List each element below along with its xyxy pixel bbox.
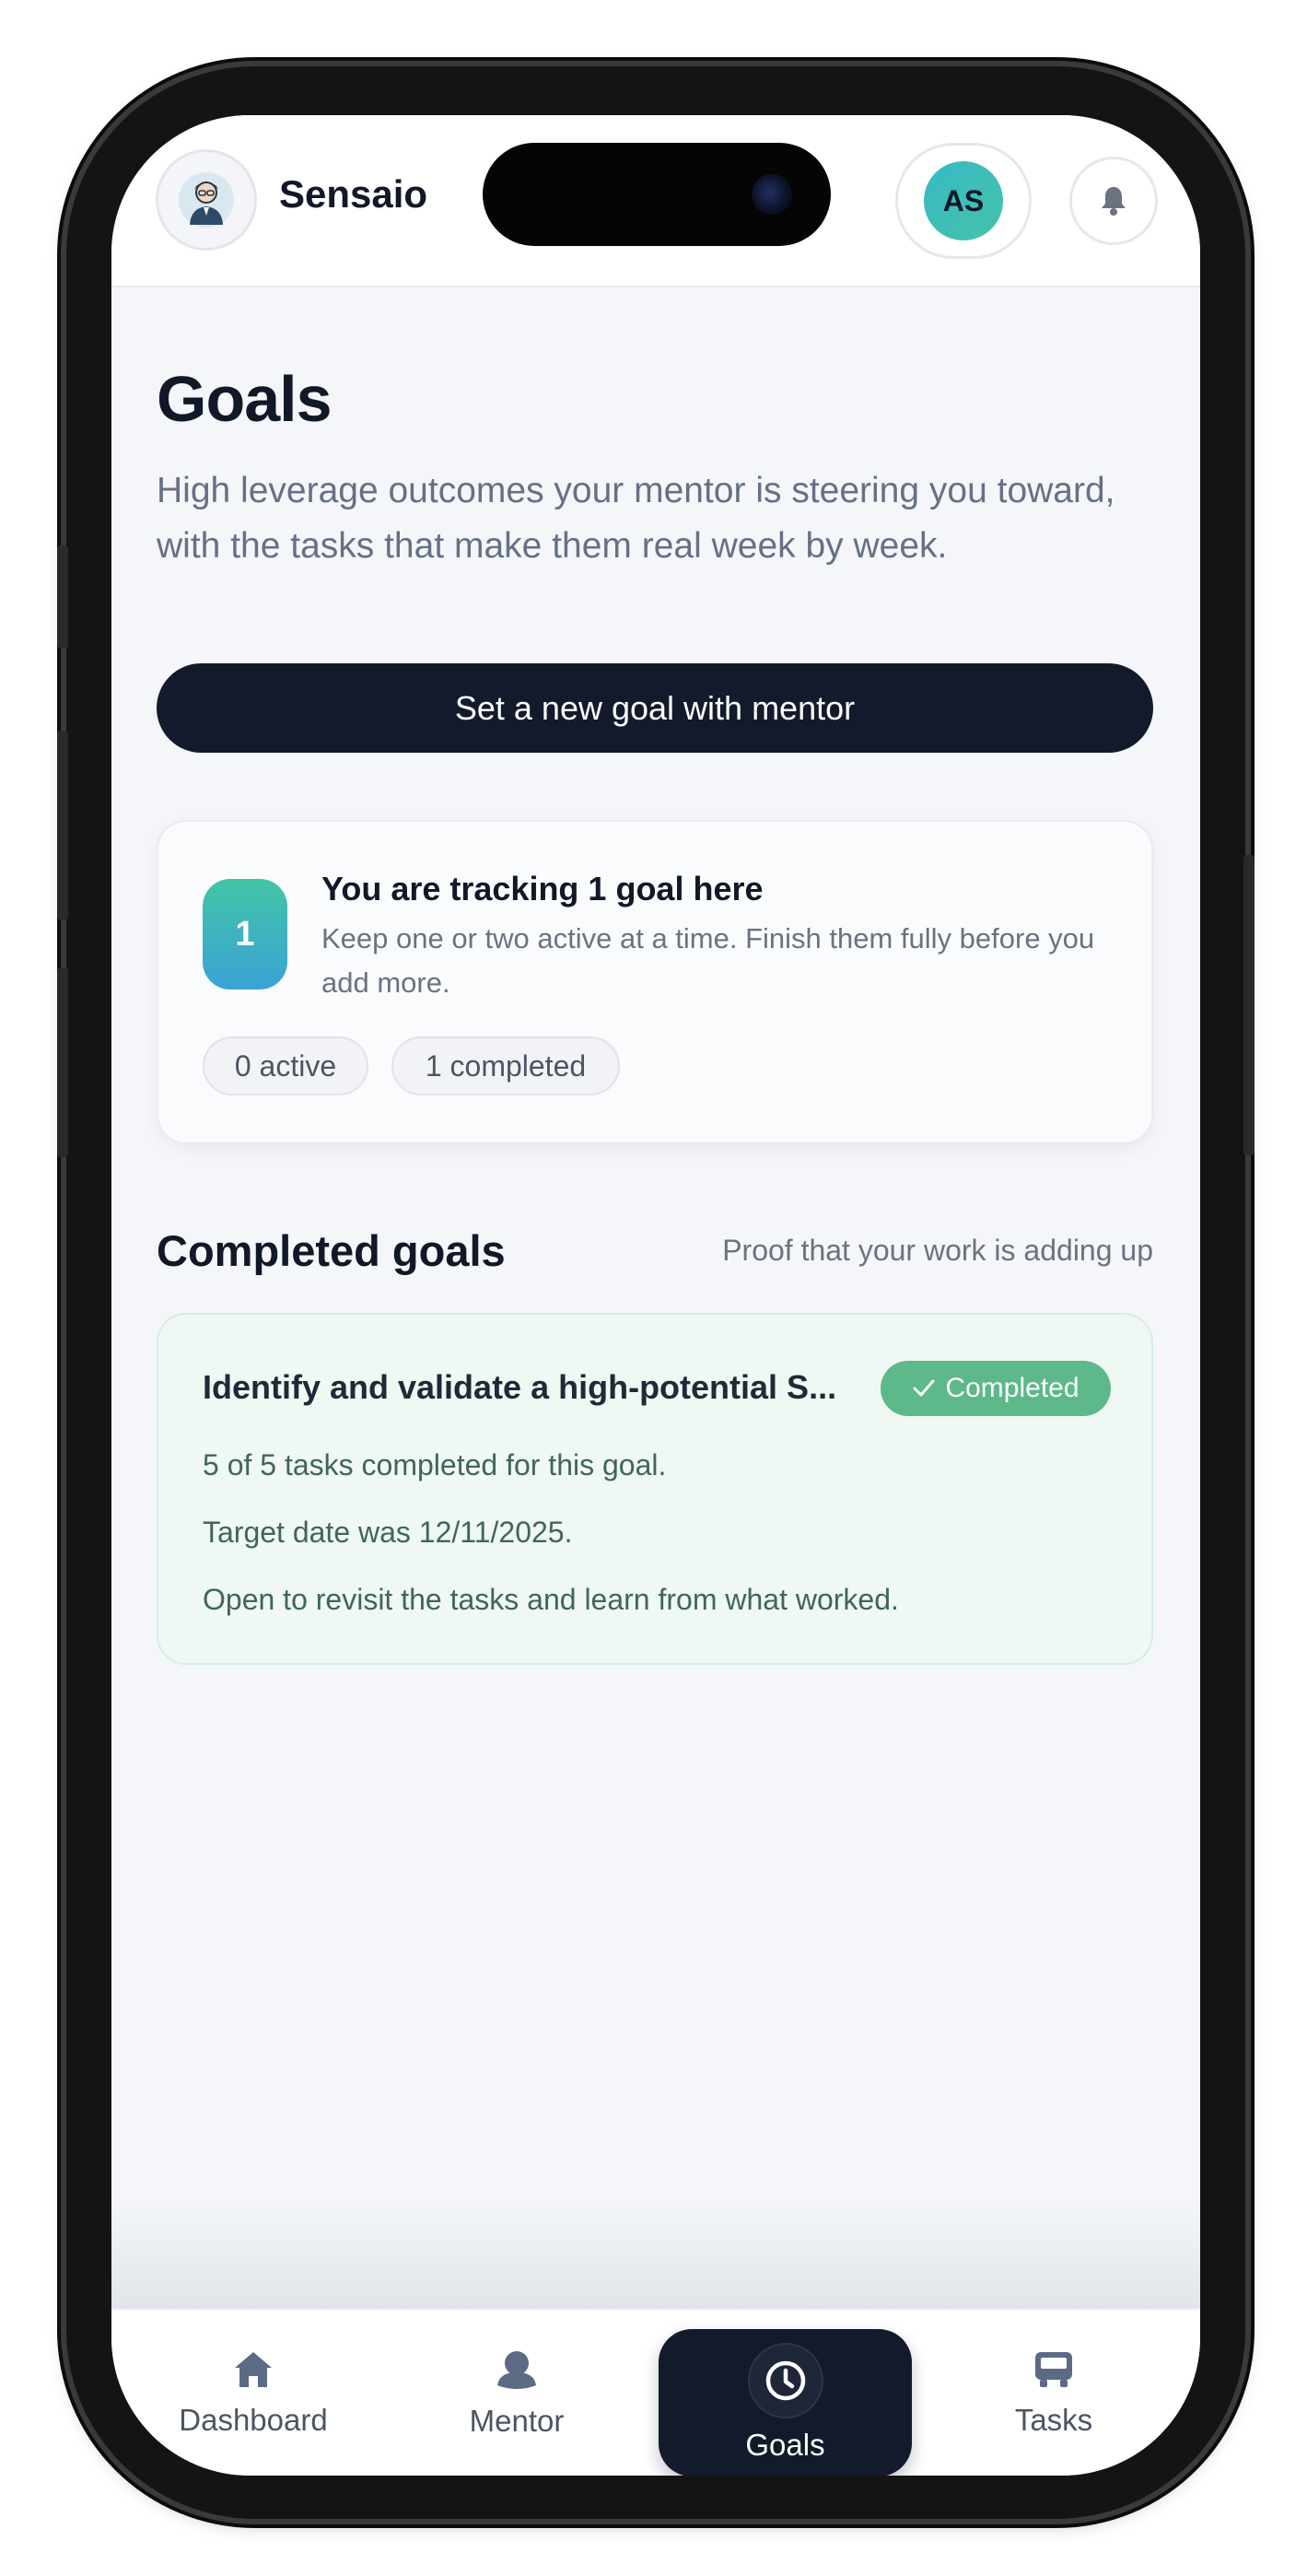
check-icon bbox=[913, 1379, 935, 1397]
bottom-nav: Dashboard Mentor Goals Tasks bbox=[111, 2308, 1200, 2476]
nav-mentor[interactable]: Mentor bbox=[397, 2310, 636, 2476]
bell-icon bbox=[1102, 187, 1126, 216]
summary-text: Keep one or two active at a time. Finish… bbox=[321, 922, 1095, 999]
status-badge: Completed bbox=[881, 1361, 1111, 1416]
avatar: AS bbox=[924, 161, 1003, 240]
nav-tasks-label: Tasks bbox=[1014, 2403, 1093, 2437]
completed-goals-heading: Completed goals bbox=[157, 1226, 506, 1275]
completed-goal-card[interactable]: Identify and validate a high-potential S… bbox=[157, 1313, 1153, 1665]
completed-count-pill[interactable]: 1 completed bbox=[391, 1036, 620, 1095]
mentor-icon bbox=[497, 2351, 536, 2389]
home-icon bbox=[235, 2352, 272, 2387]
goal-count-badge: 1 bbox=[203, 879, 287, 989]
goal-hint-text: Open to revisit the tasks and learn from… bbox=[203, 1583, 899, 1616]
clock-icon bbox=[765, 2360, 805, 2401]
page-title: Goals bbox=[157, 363, 333, 435]
front-camera bbox=[752, 174, 792, 215]
set-new-goal-button[interactable]: Set a new goal with mentor bbox=[157, 663, 1153, 753]
page-subtitle: High leverage outcomes your mentor is st… bbox=[157, 471, 1115, 566]
active-count-pill[interactable]: 0 active bbox=[203, 1036, 368, 1095]
nav-dashboard-label: Dashboard bbox=[179, 2403, 328, 2437]
status-badge-label: Completed bbox=[945, 1373, 1079, 1403]
app-screen: Sensaio AS Goals High leverage outcomes … bbox=[111, 115, 1200, 2476]
nav-goals[interactable]: Goals bbox=[659, 2329, 912, 2476]
tasks-icon bbox=[1035, 2352, 1072, 2387]
nav-tasks[interactable]: Tasks bbox=[934, 2310, 1173, 2476]
side-button-silent bbox=[57, 545, 68, 649]
mentor-avatar-icon[interactable] bbox=[156, 149, 257, 251]
goal-summary-card: 1 You are tracking 1 goal here Keep one … bbox=[157, 820, 1153, 1144]
nav-mentor-label: Mentor bbox=[469, 2404, 565, 2438]
nav-dashboard[interactable]: Dashboard bbox=[134, 2310, 373, 2476]
dynamic-island bbox=[483, 143, 831, 246]
side-button-power bbox=[1243, 855, 1254, 1155]
nav-goals-label: Goals bbox=[745, 2428, 825, 2462]
notifications-button[interactable] bbox=[1069, 157, 1158, 245]
goals-icon-wrap bbox=[747, 2343, 823, 2418]
goal-target-date: Target date was 12/11/2025. bbox=[203, 1516, 573, 1549]
app-header: Sensaio AS bbox=[111, 115, 1200, 287]
nav-shadow bbox=[111, 2197, 1200, 2308]
profile-button[interactable]: AS bbox=[895, 143, 1032, 259]
side-button-volume-up bbox=[57, 731, 68, 920]
brand-name: Sensaio bbox=[279, 172, 428, 216]
completed-goals-note: Proof that your work is adding up bbox=[722, 1234, 1153, 1267]
side-button-volume-down bbox=[57, 967, 68, 1157]
goal-progress-text: 5 of 5 tasks completed for this goal. bbox=[203, 1448, 667, 1481]
goal-title: Identify and validate a high-potential S… bbox=[203, 1368, 837, 1406]
summary-heading: You are tracking 1 goal here bbox=[321, 870, 764, 907]
